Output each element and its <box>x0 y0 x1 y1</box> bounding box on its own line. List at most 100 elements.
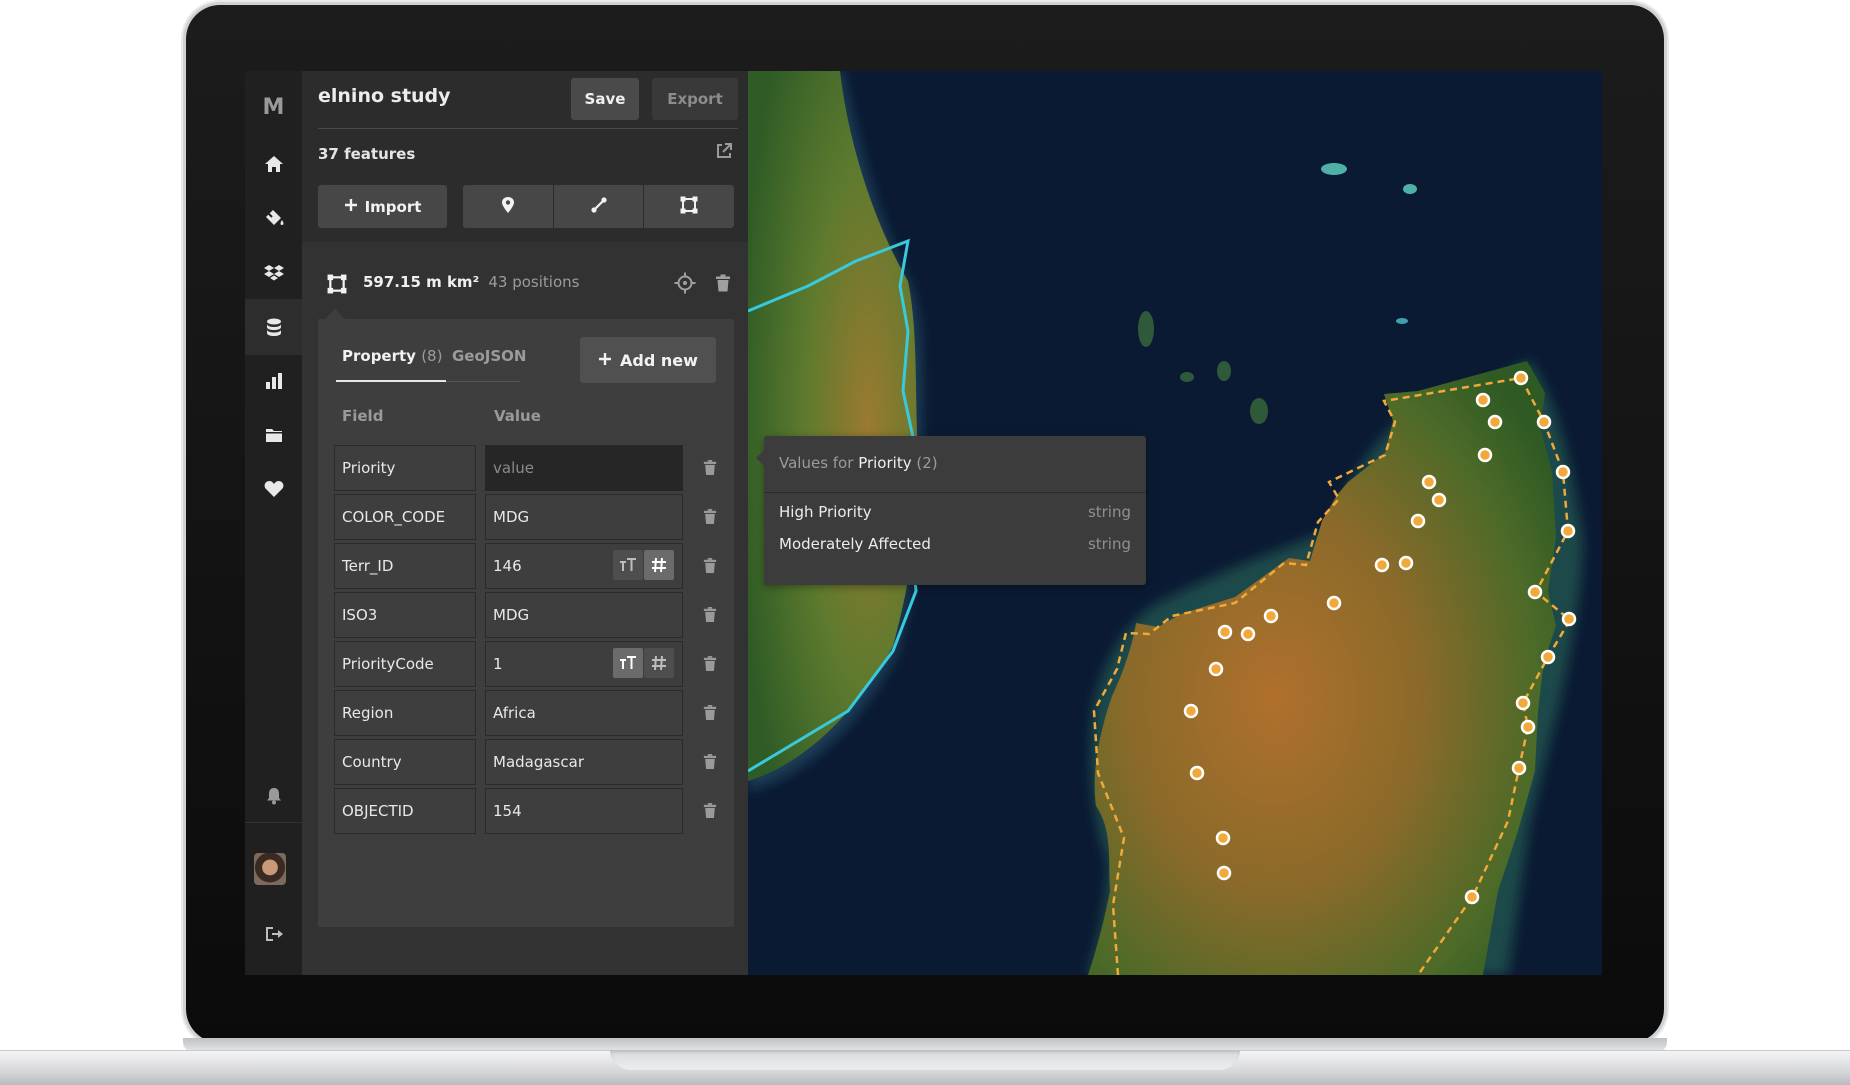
option-type: string <box>1087 535 1131 553</box>
property-row: Region Africa <box>334 690 730 738</box>
active-tab-indicator <box>336 380 446 382</box>
popover-prefix: Values for <box>779 454 854 472</box>
property-row: COLOR_CODE MDG <box>334 494 730 542</box>
value-input[interactable]: MDG <box>485 592 683 638</box>
logout-icon[interactable] <box>245 906 302 962</box>
island <box>1403 184 1417 194</box>
value-input[interactable]: Madagascar <box>485 739 683 785</box>
property-row: ISO3 MDG <box>334 592 730 640</box>
home-icon[interactable] <box>245 136 302 192</box>
dropbox-icon[interactable] <box>245 244 302 300</box>
bell-icon[interactable] <box>245 768 302 824</box>
field-input[interactable]: Region <box>334 690 476 736</box>
delete-row-icon[interactable] <box>703 606 717 627</box>
draw-polygon-button[interactable] <box>644 185 734 228</box>
nav-rail: M <box>245 71 302 975</box>
island <box>1138 311 1154 347</box>
popover-header: Values for Priority (2) <box>779 454 938 472</box>
field-input[interactable]: ISO3 <box>334 592 476 638</box>
field-input[interactable]: COLOR_CODE <box>334 494 476 540</box>
import-button[interactable]: Import <box>318 185 447 228</box>
properties-card: Property (8) GeoJSON Add new Field Value… <box>318 319 734 927</box>
value-column-header: Value <box>494 407 541 425</box>
avatar[interactable] <box>254 853 286 885</box>
delete-row-icon[interactable] <box>703 655 717 676</box>
save-button[interactable]: Save <box>571 78 639 120</box>
folder-icon[interactable] <box>245 407 302 463</box>
property-row: Terr_ID 146 <box>334 543 730 591</box>
field-input[interactable]: PriorityCode <box>334 641 476 687</box>
text-type-icon[interactable] <box>613 550 643 580</box>
feature-positions: 43 positions <box>488 273 580 291</box>
app-screen: M elnino study Save Export 37 features I… <box>245 71 1602 975</box>
option-label: Moderately Affected <box>779 535 931 553</box>
field-input[interactable]: Terr_ID <box>334 543 476 589</box>
values-popover: Values for Priority (2) High Priority st… <box>756 436 1146 585</box>
field-column-header: Field <box>342 407 384 425</box>
popover-count: (2) <box>916 454 938 472</box>
export-button[interactable]: Export <box>652 78 738 120</box>
property-row: Priority value <box>334 445 730 493</box>
field-input[interactable]: Priority <box>334 445 476 491</box>
field-input[interactable]: Country <box>334 739 476 785</box>
text-type-icon[interactable] <box>613 648 643 678</box>
delete-row-icon[interactable] <box>703 459 717 480</box>
feature-area: 597.15 m km² <box>363 273 480 291</box>
database-icon[interactable] <box>245 299 302 355</box>
delete-row-icon[interactable] <box>703 557 717 578</box>
locate-icon[interactable] <box>674 272 696 298</box>
option-type: string <box>1087 503 1131 521</box>
field-input[interactable]: OBJECTID <box>334 788 476 834</box>
tab-divider <box>446 381 520 382</box>
number-type-icon[interactable] <box>644 550 674 580</box>
property-row: OBJECTID 154 <box>334 788 730 836</box>
polygon-feature-icon <box>327 274 347 298</box>
tab-geojson[interactable]: GeoJSON <box>452 347 526 365</box>
header-divider <box>318 128 738 129</box>
island <box>1396 318 1408 324</box>
card-pointer <box>325 309 345 319</box>
draw-marker-button[interactable] <box>463 185 553 228</box>
rail-divider <box>245 822 302 823</box>
logo-text: M <box>262 94 285 120</box>
paint-bucket-icon[interactable] <box>245 190 302 246</box>
property-row: PriorityCode 1 <box>334 641 730 689</box>
plus-icon <box>598 351 612 370</box>
map-marker-icon <box>501 196 515 218</box>
island <box>1217 361 1231 381</box>
delete-row-icon[interactable] <box>703 753 717 774</box>
document-title[interactable]: elnino study <box>318 85 451 107</box>
draw-line-button[interactable] <box>554 185 643 228</box>
number-type-icon[interactable] <box>644 648 674 678</box>
popover-divider <box>764 492 1146 493</box>
island <box>1250 398 1268 424</box>
value-input[interactable]: value <box>485 445 683 491</box>
external-link-icon[interactable] <box>715 142 733 164</box>
line-icon <box>590 196 608 218</box>
delete-row-icon[interactable] <box>703 802 717 823</box>
laptop-notch <box>610 1050 1240 1070</box>
tab-property-label: Property <box>342 347 416 365</box>
feature-panel: elnino study Save Export 37 features Imp… <box>302 71 748 975</box>
option-label: High Priority <box>779 503 872 521</box>
delete-row-icon[interactable] <box>703 704 717 725</box>
delete-feature-icon[interactable] <box>715 274 731 296</box>
island <box>1321 163 1347 175</box>
bar-chart-icon[interactable] <box>245 353 302 409</box>
island <box>1180 372 1194 382</box>
add-new-label: Add new <box>620 350 698 370</box>
value-input[interactable]: Africa <box>485 690 683 736</box>
popover-key: Priority <box>858 454 912 472</box>
add-new-button[interactable]: Add new <box>580 337 716 383</box>
property-row: Country Madagascar <box>334 739 730 787</box>
import-label: Import <box>364 197 422 216</box>
tab-property-count: (8) <box>421 347 443 365</box>
delete-row-icon[interactable] <box>703 508 717 529</box>
heart-icon[interactable] <box>245 461 302 517</box>
tab-property[interactable]: Property (8) <box>342 347 442 365</box>
app-logo[interactable]: M <box>245 79 302 135</box>
value-input[interactable]: MDG <box>485 494 683 540</box>
value-input[interactable]: 154 <box>485 788 683 834</box>
features-count: 37 features <box>318 145 416 163</box>
feature-summary[interactable]: 597.15 m km² 43 positions <box>363 273 579 291</box>
